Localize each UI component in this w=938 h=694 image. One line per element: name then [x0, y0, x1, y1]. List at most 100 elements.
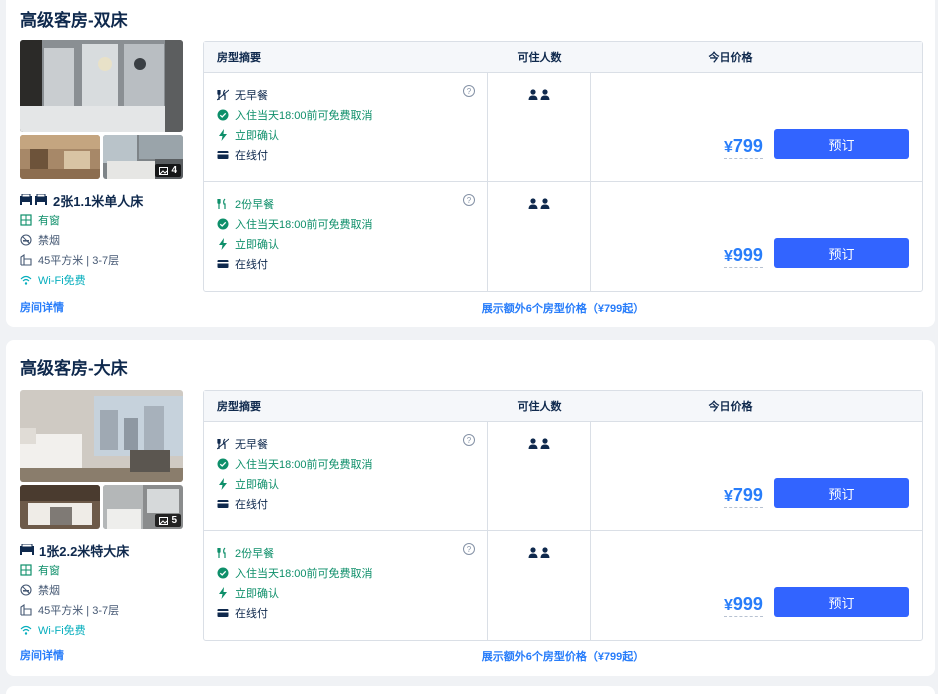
help-icon[interactable]: ? [463, 543, 475, 555]
help-icon[interactable]: ? [463, 85, 475, 97]
payment-type: 在线付 [217, 603, 487, 623]
no-breakfast-icon [217, 438, 229, 450]
image-icon [159, 516, 169, 525]
area-icon [20, 604, 32, 616]
cancel-policy[interactable]: 入住当天18:00前可免费取消 [217, 454, 487, 474]
price[interactable]: ¥999 [724, 594, 763, 617]
room-photo-thumb[interactable]: 4 [103, 135, 183, 179]
room-title: 高级客房-大床 [20, 359, 128, 378]
window-info: 有窗 [20, 210, 183, 230]
person-icon [528, 198, 538, 209]
cancel-policy[interactable]: 入住当天18:00前可免费取消 [217, 563, 487, 583]
meal-info: 无早餐 [217, 85, 487, 105]
lightning-icon [219, 587, 227, 599]
no-smoking-icon [20, 234, 32, 246]
instant-confirm: 立即确认 [217, 234, 487, 254]
breakfast-icon [217, 547, 226, 558]
room-photo-thumb[interactable]: 5 [103, 485, 183, 529]
photo-count-badge: 4 [155, 164, 181, 177]
king-bed-icon [20, 544, 34, 555]
no-smoking-icon [20, 584, 32, 596]
header-price: 今日价格 [708, 52, 753, 64]
window-icon [20, 214, 32, 226]
room-photo-main[interactable] [20, 390, 183, 482]
price[interactable]: ¥799 [724, 485, 763, 508]
instant-confirm: 立即确认 [217, 125, 487, 145]
room-photo-main[interactable] [20, 40, 183, 132]
show-more-rates-link[interactable]: 展示额外6个房型价格（¥799起） [203, 300, 923, 316]
rate-table-header: 房型摘要 可住人数 今日价格 [204, 391, 922, 422]
person-icon [540, 547, 550, 558]
help-icon[interactable]: ? [463, 194, 475, 206]
breakfast-icon [217, 198, 226, 209]
meal-info: 无早餐 [217, 434, 487, 454]
smoking-info: 禁烟 [20, 230, 183, 250]
occupancy-2[interactable] [528, 198, 550, 291]
check-circle-icon [217, 109, 229, 121]
occupancy-2[interactable] [528, 438, 550, 530]
room-title: 高级客房-双床 [20, 11, 128, 30]
meal-info: 2份早餐 [217, 543, 487, 563]
header-price: 今日价格 [708, 401, 753, 413]
person-icon [528, 89, 538, 100]
book-button[interactable]: 预订 [774, 587, 909, 617]
price[interactable]: ¥799 [724, 136, 763, 159]
instant-confirm: 立即确认 [217, 474, 487, 494]
rate-table-header: 房型摘要 可住人数 今日价格 [204, 42, 922, 73]
card-icon [217, 500, 229, 508]
meal-info: 2份早餐 [217, 194, 487, 214]
window-icon [20, 564, 32, 576]
bed-info: 2张1.1米单人床 [20, 190, 183, 210]
help-icon[interactable]: ? [463, 434, 475, 446]
occupancy-2[interactable] [528, 89, 550, 181]
payment-type: 在线付 [217, 494, 487, 514]
rate-table: 房型摘要 可住人数 今日价格 无早餐 入住当天18:00前可免费取消 立即确认 [203, 390, 923, 641]
person-icon [528, 547, 538, 558]
smoking-info: 禁烟 [20, 580, 183, 600]
lightning-icon [219, 478, 227, 490]
book-button[interactable]: 预订 [774, 129, 909, 159]
check-circle-icon [217, 567, 229, 579]
area-icon [20, 254, 32, 266]
cancel-policy[interactable]: 入住当天18:00前可免费取消 [217, 214, 487, 234]
rate-row: 无早餐 入住当天18:00前可免费取消 立即确认 在线付 ? ¥799 预订 [204, 73, 922, 182]
room-info: 5 1张2.2米特大床 有窗 禁烟 45平方米 | 3-7层 Wi-Fi免费 [20, 390, 183, 640]
show-more-rates-link[interactable]: 展示额外6个房型价格（¥799起） [203, 648, 923, 664]
person-icon [540, 438, 550, 449]
occupancy-2[interactable] [528, 547, 550, 640]
window-info: 有窗 [20, 560, 183, 580]
rate-table: 房型摘要 可住人数 今日价格 无早餐 入住当天18:00前可免费取消 立即确认 [203, 41, 923, 292]
payment-type: 在线付 [217, 145, 487, 165]
instant-confirm: 立即确认 [217, 583, 487, 603]
area-info: 45平方米 | 3-7层 [20, 250, 183, 270]
bed-info: 1张2.2米特大床 [20, 540, 183, 560]
rate-row: 2份早餐 入住当天18:00前可免费取消 立即确认 在线付 ? ¥999 预订 [204, 182, 922, 291]
room-info: 4 2张1.1米单人床 有窗 禁烟 45平方米 | 3-7层 Wi-Fi免费 [20, 40, 183, 290]
wifi-icon [20, 275, 32, 285]
area-info: 45平方米 | 3-7层 [20, 600, 183, 620]
lightning-icon [219, 129, 227, 141]
room-detail-link[interactable]: 房间详情 [20, 647, 64, 663]
room-detail-link[interactable]: 房间详情 [20, 299, 64, 315]
header-summary: 房型摘要 [217, 401, 261, 413]
book-button[interactable]: 预订 [774, 238, 909, 268]
room-photo-thumb[interactable] [20, 485, 100, 529]
person-icon [528, 438, 538, 449]
person-icon [540, 198, 550, 209]
twin-bed-icon [20, 194, 47, 205]
header-occupancy: 可住人数 [517, 52, 562, 64]
cancel-policy[interactable]: 入住当天18:00前可免费取消 [217, 105, 487, 125]
wifi-icon [20, 625, 32, 635]
check-circle-icon [217, 218, 229, 230]
room-photo-thumb[interactable] [20, 135, 100, 179]
rate-row: 无早餐 入住当天18:00前可免费取消 立即确认 在线付 ? ¥799 预订 [204, 422, 922, 531]
price[interactable]: ¥999 [724, 245, 763, 268]
no-breakfast-icon [217, 89, 229, 101]
room-card-next [6, 686, 935, 694]
photo-count-badge: 5 [155, 514, 181, 527]
room-card: 高级客房-大床 5 1张2.2米特大床 有窗 禁烟 45平方米 | 3-7层 W… [6, 340, 935, 676]
book-button[interactable]: 预订 [774, 478, 909, 508]
wifi-info: Wi-Fi免费 [20, 270, 183, 290]
room-card: 高级客房-双床 4 2张1.1米单人床 有窗 禁烟 45平方米 | 3-7层 W… [6, 0, 935, 327]
card-icon [217, 151, 229, 159]
